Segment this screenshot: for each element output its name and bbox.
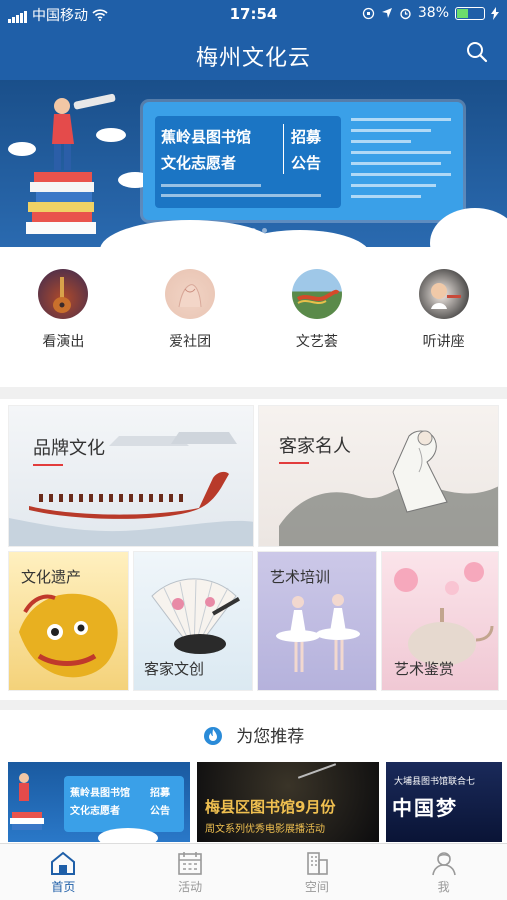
card-heading-1: 蕉岭县图书馆 — [70, 788, 130, 799]
battery-icon — [455, 6, 485, 20]
banner-announcement: 蕉岭县图书馆 招募 文化志愿者 公告 — [155, 116, 341, 208]
rotation-lock-icon — [362, 7, 375, 19]
location-icon — [381, 8, 392, 18]
charging-icon — [491, 6, 499, 20]
card-heading-1: 大埔县图书馆联合七 — [394, 777, 476, 787]
card-heading-2: 中国梦 — [392, 796, 458, 820]
carousel-dot[interactable] — [240, 228, 245, 233]
building-icon — [307, 852, 328, 875]
category-lectures[interactable]: 听讲座 — [380, 247, 507, 387]
banner-body-text — [351, 118, 451, 198]
tab-label: 首页 — [51, 880, 76, 894]
tile-art-training[interactable]: 艺术培训 — [257, 551, 377, 691]
telescope-person-illustration — [10, 773, 44, 830]
tile-title: 文化遗产 — [21, 568, 82, 586]
card-panel: 蕉岭县图书馆 招募 文化志愿者 公告 — [64, 776, 184, 832]
banner-heading-1: 蕉岭县图书馆 — [161, 128, 252, 146]
category-label: 听讲座 — [422, 334, 465, 350]
accent-bar — [33, 464, 63, 466]
card-heading-2b: 公告 — [150, 806, 170, 817]
category-shows[interactable]: 看演出 — [0, 247, 127, 387]
user-icon — [431, 852, 456, 876]
recommend-header: 为您推荐 — [0, 712, 507, 752]
tab-home[interactable]: 首页 — [0, 844, 127, 900]
light-beam-decoration — [297, 763, 337, 779]
section-divider — [0, 387, 507, 399]
card-heading-1b: 招募 — [150, 788, 170, 799]
tab-label: 空间 — [304, 880, 329, 894]
bottom-tab-bar: 首页 活动 空间 我 — [0, 843, 507, 900]
tab-label: 我 — [437, 880, 450, 894]
calendar-icon — [178, 852, 202, 875]
banner-fineprint — [161, 194, 321, 197]
tile-brand-culture[interactable]: 品牌文化 — [8, 405, 254, 547]
lecture-icon — [418, 269, 469, 319]
banner-carousel[interactable]: 蕉岭县图书馆 招募 文化志愿者 公告 — [0, 80, 507, 247]
category-label: 爱社团 — [169, 334, 212, 350]
tile-art-appreciation[interactable]: 艺术鉴赏 — [381, 551, 499, 691]
battery-percent: 38% — [417, 5, 449, 21]
home-icon — [51, 851, 76, 875]
recommend-title: 为您推荐 — [236, 727, 305, 747]
tile-title: 客家名人 — [279, 436, 351, 457]
tile-title: 艺术培训 — [270, 568, 331, 586]
tab-spaces[interactable]: 空间 — [254, 844, 381, 900]
banner-heading-2: 文化志愿者 — [161, 154, 237, 172]
tab-me[interactable]: 我 — [380, 844, 507, 900]
divider — [283, 124, 284, 174]
recommend-card[interactable]: 梅县区图书馆9月份 周文系列优秀电影展播活动 — [197, 762, 379, 842]
ink-painting-illustration — [279, 430, 498, 546]
card-heading-1: 梅县区图书馆9月份 — [205, 798, 336, 816]
search-icon — [467, 42, 488, 63]
tile-hakka-creative[interactable]: 客家文创 — [133, 551, 253, 691]
tile-hakka-figures[interactable]: 客家名人 — [258, 405, 499, 547]
feature-tiles: 品牌文化 客家名人 文化遗产 客家文创 艺术培训 艺术鉴赏 — [0, 399, 507, 699]
tab-label: 活动 — [178, 880, 203, 894]
search-button[interactable] — [465, 40, 489, 68]
category-arts[interactable]: 文艺荟 — [254, 247, 381, 387]
app-header: 梅州文化云 — [0, 28, 507, 80]
carousel-dot[interactable] — [262, 228, 267, 233]
page-title: 梅州文化云 — [195, 46, 311, 71]
tile-title: 品牌文化 — [33, 438, 105, 459]
card-heading-2: 周文系列优秀电影展播活动 — [205, 824, 325, 835]
dragon-boat-illustration — [9, 432, 253, 546]
tile-cultural-heritage[interactable]: 文化遗产 — [8, 551, 129, 691]
hands-icon — [165, 269, 216, 319]
banner-heading-2b: 公告 — [291, 154, 322, 172]
tile-title: 客家文创 — [144, 660, 205, 678]
tile-title: 艺术鉴赏 — [394, 660, 455, 678]
category-clubs[interactable]: 爱社团 — [127, 247, 254, 387]
cloud-decoration — [98, 828, 158, 842]
recommend-card[interactable]: 蕉岭县图书馆 招募 文化志愿者 公告 — [8, 762, 190, 842]
banner-panel: 蕉岭县图书馆 招募 文化志愿者 公告 — [143, 102, 463, 220]
carousel-dot[interactable] — [251, 228, 256, 233]
category-label: 看演出 — [42, 334, 85, 350]
status-bar: 中国移动 17:54 38% — [0, 0, 507, 28]
banner-heading-1b: 招募 — [291, 128, 322, 146]
section-divider — [0, 700, 507, 710]
recommend-card[interactable]: 大埔县图书馆联合七 中国梦 — [386, 762, 502, 842]
alarm-icon — [400, 8, 411, 19]
flame-icon — [203, 726, 222, 745]
banner-fineprint — [161, 184, 261, 187]
accent-bar — [279, 462, 309, 464]
dragon-icon — [291, 269, 342, 319]
category-nav: 看演出 爱社团 文艺荟 听讲座 — [0, 247, 507, 387]
category-label: 文艺荟 — [295, 334, 338, 350]
carousel-dots — [0, 218, 507, 237]
tab-activities[interactable]: 活动 — [127, 844, 254, 900]
card-heading-2: 文化志愿者 — [70, 806, 120, 817]
guitar-icon — [38, 269, 89, 319]
